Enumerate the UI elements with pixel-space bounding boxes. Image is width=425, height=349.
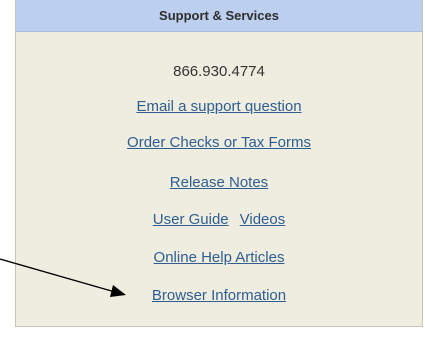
- videos-link[interactable]: Videos: [240, 211, 286, 228]
- order-row: Order Checks or Tax Forms: [16, 134, 422, 152]
- release-notes-row: Release Notes: [16, 174, 422, 192]
- online-help-articles-link[interactable]: Online Help Articles: [154, 249, 285, 266]
- email-support-link[interactable]: Email a support question: [136, 98, 301, 115]
- order-checks-link[interactable]: Order Checks or Tax Forms: [127, 134, 311, 151]
- browser-information-link[interactable]: Browser Information: [152, 287, 286, 304]
- user-guide-link[interactable]: User Guide: [153, 211, 229, 228]
- release-notes-link[interactable]: Release Notes: [170, 174, 268, 191]
- guides-row: User Guide Videos: [16, 211, 422, 229]
- support-phone-number: 866.930.4774: [173, 63, 265, 80]
- help-articles-row: Online Help Articles: [16, 249, 422, 267]
- support-services-panel: Support & Services 866.930.4774 Email a …: [15, 0, 423, 327]
- panel-title: Support & Services: [16, 0, 422, 32]
- email-row: Email a support question: [16, 98, 422, 116]
- browser-info-row: Browser Information: [16, 287, 422, 305]
